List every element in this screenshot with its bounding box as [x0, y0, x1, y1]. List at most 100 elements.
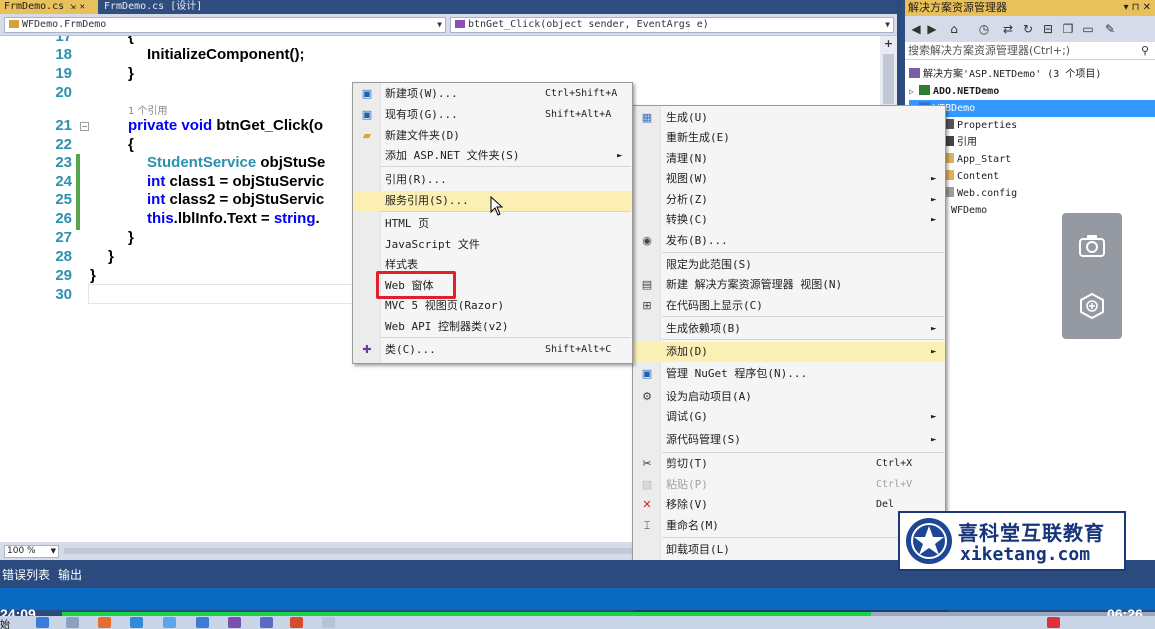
add-menu-item[interactable]: Web API 控制器类(v2): [353, 317, 632, 337]
menu-separator: [381, 211, 631, 212]
add-menu-item[interactable]: ▣ 现有项(G)... Shift+Alt+A: [353, 105, 632, 125]
project-menu-item[interactable]: 添加(D) ►: [633, 342, 945, 362]
tree-item-project[interactable]: ▷ ADO.NETDemo: [909, 83, 1155, 100]
add-menu-item[interactable]: 引用(R)...: [353, 170, 632, 190]
menu-item-label: 添加 ASP.NET 文件夹(S): [385, 149, 520, 162]
member-dropdown-value: btnGet_Click(object sender, EventArgs e): [468, 19, 709, 30]
code-type: StudentService: [147, 154, 261, 171]
cube-add-icon[interactable]: [1077, 291, 1107, 321]
project-menu-item[interactable]: ⊞ 在代码图上显示(C): [633, 296, 945, 316]
menu-item-shortcut: Shift+Alt+C: [545, 344, 612, 355]
project-menu-item[interactable]: ▣ 管理 NuGet 程序包(N)...: [633, 364, 945, 384]
tree-item-solution[interactable]: 解决方案'ASP.NETDemo' (3 个项目): [909, 66, 1155, 83]
back-icon[interactable]: ◀: [909, 22, 923, 36]
taskbar-app-icon[interactable]: [260, 617, 273, 628]
project-menu-item[interactable]: 视图(W) ►: [633, 169, 945, 189]
project-menu-item[interactable]: 重新生成(E): [633, 128, 945, 148]
tree-item-references[interactable]: 引用: [943, 134, 1155, 151]
properties-icon[interactable]: ✎: [1103, 22, 1117, 36]
menu-item-label: 剪切(T): [666, 457, 708, 470]
preview-icon[interactable]: ▭: [1081, 22, 1095, 36]
menu-item-shortcut: Ctrl+X: [876, 458, 913, 469]
tree-item-properties[interactable]: Properties: [943, 117, 1155, 134]
project-menu-item[interactable]: 生成依赖项(B) ►: [633, 319, 945, 339]
project-menu-item[interactable]: ⚙ 设为启动项目(A): [633, 387, 945, 407]
project-menu-item[interactable]: ▦ 生成(U): [633, 108, 945, 128]
tab-output[interactable]: 输出: [58, 566, 82, 583]
member-dropdown[interactable]: btnGet_Click(object sender, EventArgs e)…: [450, 17, 894, 33]
menu-separator: [381, 166, 631, 167]
firefox-icon[interactable]: [98, 617, 111, 628]
codelens-reference-count[interactable]: 1 个引用: [128, 102, 168, 117]
add-menu-item[interactable]: ▣ 新建项(W)... Ctrl+Shift+A: [353, 84, 632, 104]
tree-item-folder[interactable]: Content: [943, 168, 1155, 185]
submenu-arrow-icon: ►: [931, 412, 937, 422]
solution-icon: [909, 68, 920, 78]
search-icon[interactable]: ⚲: [1141, 42, 1149, 60]
zoom-dropdown[interactable]: 100 % ▼: [4, 545, 59, 558]
project-menu-item[interactable]: ▤ 新建 解决方案资源管理器 视图(N): [633, 275, 945, 295]
project-menu-item[interactable]: ◉ 发布(B)...: [633, 231, 945, 251]
split-editor-icon[interactable]: +: [883, 38, 894, 49]
project-menu-item[interactable]: 调试(G) ►: [633, 407, 945, 427]
add-menu-item[interactable]: ✚ 类(C)... Shift+Alt+C: [353, 340, 632, 360]
project-menu-item[interactable]: 转换(C) ►: [633, 210, 945, 230]
project-menu-item[interactable]: 清理(N): [633, 149, 945, 169]
add-menu-item[interactable]: MVC 5 视图页(Razor): [353, 296, 632, 316]
remove-icon: ✕: [642, 498, 652, 511]
pin-icon[interactable]: ⇲: [70, 2, 75, 12]
close-icon[interactable]: ✕: [80, 2, 85, 12]
tab-frmdemo-cs[interactable]: FrmDemo.cs ⇲ ✕: [0, 0, 98, 14]
tree-item-file[interactable]: Web.config: [943, 185, 1155, 202]
project-menu-item[interactable]: ✂ 剪切(T) Ctrl+X: [633, 454, 945, 474]
solution-explorer-search[interactable]: 搜索解决方案资源管理器(Ctrl+;) ⚲: [905, 42, 1155, 60]
visual-studio-icon[interactable]: [228, 617, 241, 628]
start-label[interactable]: 始: [0, 616, 10, 629]
taskbar-app-icon[interactable]: [66, 617, 79, 628]
taskbar-app-icon[interactable]: [322, 617, 335, 628]
panel-controls[interactable]: ▾ ⊓ ✕: [1123, 0, 1151, 16]
menu-separator: [662, 252, 944, 253]
copy-icon[interactable]: ❐: [1061, 22, 1075, 36]
add-menu-item[interactable]: JavaScript 文件: [353, 235, 632, 255]
expand-icon[interactable]: ▷: [909, 83, 919, 100]
tree-item-project[interactable]: WFDemo: [951, 202, 1155, 219]
sync-icon[interactable]: ⇄: [1001, 22, 1015, 36]
scrollbar-thumb[interactable]: [883, 54, 894, 104]
type-dropdown[interactable]: WFDemo.FrmDemo ▼: [4, 17, 446, 33]
watermark-en: xiketang.com: [960, 544, 1091, 565]
taskbar-tray-icon[interactable]: [1047, 617, 1060, 628]
add-menu-item[interactable]: ▰ 新建文件夹(D): [353, 126, 632, 146]
refresh-icon[interactable]: ↻: [1021, 22, 1035, 36]
publish-icon: ◉: [642, 234, 652, 247]
code-text: btnGet_Click(o: [216, 117, 324, 134]
powerpoint-icon[interactable]: [290, 617, 303, 628]
tab-error-list[interactable]: 错误列表: [2, 566, 50, 583]
project-menu-item[interactable]: 限定为此范围(S): [633, 255, 945, 275]
ie-icon[interactable]: [130, 617, 143, 628]
collapse-icon[interactable]: −: [80, 122, 89, 131]
forward-icon[interactable]: ▶: [925, 22, 939, 36]
add-menu-item[interactable]: 添加 ASP.NET 文件夹(S) ►: [353, 146, 632, 166]
collapse-all-icon[interactable]: ⊟: [1041, 22, 1055, 36]
add-menu-item[interactable]: HTML 页: [353, 214, 632, 234]
taskbar-app-icon[interactable]: [163, 617, 176, 628]
tree-item-label: Web.config: [957, 188, 1018, 199]
project-menu-item[interactable]: 分析(Z) ►: [633, 190, 945, 210]
taskbar-app-icon[interactable]: [36, 617, 49, 628]
tree-item-folder[interactable]: App_Start: [943, 151, 1155, 168]
home-icon[interactable]: ⌂: [947, 22, 961, 36]
chevron-left-icon[interactable]: [1138, 258, 1155, 294]
tab-label: FrmDemo.cs [设计]: [104, 1, 203, 12]
project-menu-item[interactable]: 源代码管理(S) ►: [633, 430, 945, 450]
menu-item-shortcut: Del: [876, 499, 895, 510]
menu-separator: [662, 339, 944, 340]
tab-frmdemo-designer[interactable]: FrmDemo.cs [设计]: [100, 0, 230, 14]
history-icon[interactable]: ◷: [977, 22, 991, 36]
project-menu-item[interactable]: ▨ 粘贴(P) Ctrl+V: [633, 475, 945, 495]
line-number: 26: [55, 210, 72, 227]
camera-icon[interactable]: [1077, 231, 1107, 261]
nuget-icon: ▣: [641, 367, 653, 380]
change-indicator: [76, 154, 80, 230]
taskbar-app-icon[interactable]: [196, 617, 209, 628]
